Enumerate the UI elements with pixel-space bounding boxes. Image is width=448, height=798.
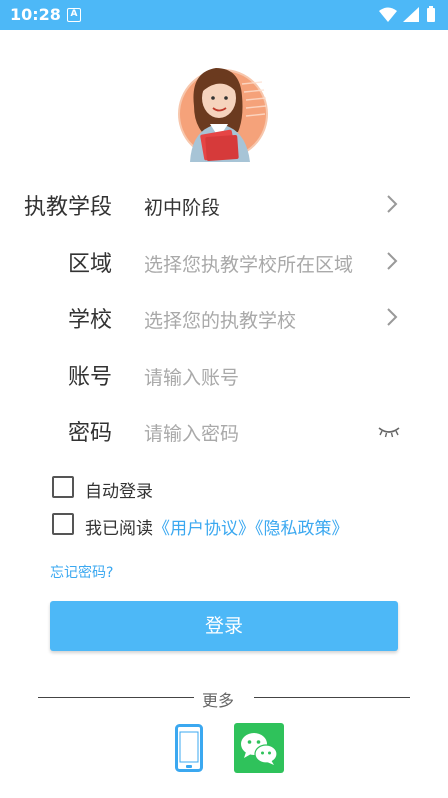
- form-row-account: 账号 请输入账号: [0, 353, 448, 393]
- more-label: 更多: [202, 691, 235, 710]
- status-icons: [379, 6, 435, 22]
- teacher-avatar: [176, 62, 270, 162]
- form-row-stage[interactable]: 执教学段 初中阶段: [0, 183, 448, 223]
- divider-left: [38, 697, 194, 698]
- password-label: 密码: [67, 421, 112, 446]
- account-label: 账号: [67, 365, 112, 390]
- agreement-prefix: 我已阅读: [85, 519, 153, 539]
- teacher-avatar-icon: [178, 68, 268, 162]
- forgot-password-link[interactable]: 忘记密码?: [50, 562, 113, 582]
- agreement-checkbox[interactable]: [52, 513, 74, 535]
- school-label: 学校: [67, 308, 112, 333]
- chevron-right-icon: [387, 308, 398, 326]
- status-bar: 10:28 A: [0, 0, 448, 30]
- form-row-school[interactable]: 学校 选择您的执教学校: [0, 296, 448, 336]
- agreement-text: 我已阅读《用户协议》《隐私政策》: [85, 514, 349, 539]
- status-time: 10:28: [10, 5, 61, 24]
- phone-icon[interactable]: [175, 724, 203, 772]
- battery-icon: [427, 8, 435, 22]
- eye-closed-icon[interactable]: [378, 425, 400, 439]
- password-input[interactable]: 请输入密码: [144, 419, 239, 446]
- wechat-icon[interactable]: [234, 723, 284, 773]
- login-button[interactable]: 登录: [50, 601, 398, 651]
- wifi-icon: [379, 7, 397, 22]
- form-row-region[interactable]: 区域 选择您执教学校所在区域: [0, 240, 448, 280]
- auto-login-checkbox[interactable]: [52, 476, 74, 498]
- region-label: 区域: [67, 252, 112, 277]
- stage-value[interactable]: 初中阶段: [144, 193, 220, 220]
- auto-login-label: 自动登录: [85, 482, 153, 502]
- form-row-password: 密码 请输入密码: [0, 409, 448, 449]
- school-select[interactable]: 选择您的执教学校: [144, 306, 296, 333]
- user-agreement-link[interactable]: 《用户协议》: [153, 519, 255, 539]
- privacy-policy-link[interactable]: 《隐私政策》: [255, 519, 349, 539]
- region-select[interactable]: 选择您执教学校所在区域: [144, 250, 353, 277]
- notification-icon: A: [67, 8, 81, 22]
- chevron-right-icon: [387, 195, 398, 213]
- account-input[interactable]: 请输入账号: [144, 363, 239, 390]
- divider-right: [254, 697, 410, 698]
- chevron-right-icon: [387, 252, 398, 270]
- signal-icon: [403, 7, 419, 22]
- stage-label: 执教学段: [23, 195, 112, 220]
